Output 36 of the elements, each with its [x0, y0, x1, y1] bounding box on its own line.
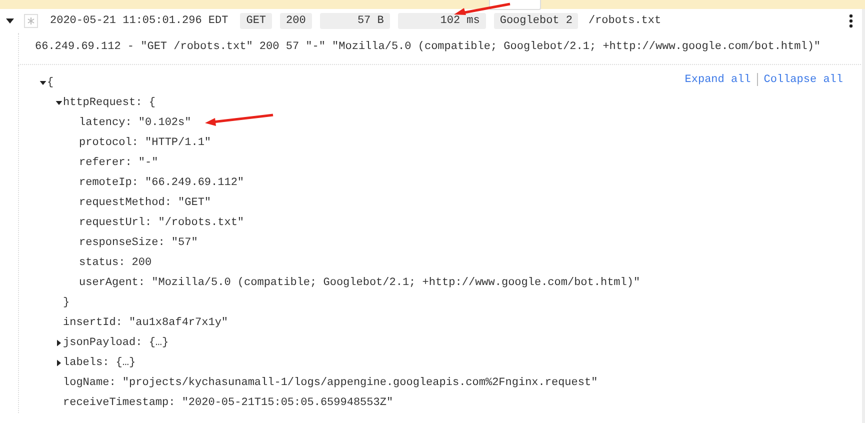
- tree-entry: latency: "0.102s": [79, 117, 192, 129]
- tree-entry: receiveTimestamp: "2020-05-21T15:05:05.659948553Z": [63, 397, 394, 409]
- collapse-caret-icon[interactable]: [39, 79, 47, 87]
- tree-entry: status: 200: [79, 257, 152, 269]
- field-chip[interactable]: GET: [240, 13, 272, 29]
- collapse-caret-icon[interactable]: [5, 16, 15, 26]
- expand-all-link[interactable]: Expand all: [684, 74, 751, 86]
- field-chip[interactable]: 200: [280, 13, 312, 29]
- more-icon[interactable]: [849, 14, 853, 28]
- field-chip[interactable]: 57 B: [320, 13, 390, 29]
- expand-caret-icon[interactable]: [55, 359, 63, 367]
- tree-entry: protocol: "HTTP/1.1": [79, 137, 212, 149]
- tree-entry: requestMethod: "GET": [79, 197, 212, 209]
- tree-entry: referer: "-": [79, 157, 158, 169]
- field-chip[interactable]: 102 ms: [398, 13, 486, 29]
- collapse-caret-icon[interactable]: [55, 99, 63, 107]
- tree-entry: jsonPayload: {…}: [63, 337, 169, 349]
- tree-entry: logName: "projects/kychasunamall-1/logs/appengine.googleapis.com%2Fnginx.request": [63, 377, 598, 389]
- tree-entry: httpRequest: {: [63, 97, 156, 109]
- request-path: /robots.txt: [588, 15, 662, 27]
- log-timestamp: 2020-05-21 11:05:01.296 EDT: [50, 15, 228, 27]
- tree-entry: insertId: "au1x8af4r7x1y": [63, 317, 228, 329]
- annotation-arrow: [203, 113, 275, 127]
- tree-entry: {: [47, 77, 54, 89]
- collapse-all-link[interactable]: Collapse all: [764, 74, 843, 86]
- expand-caret-icon[interactable]: [55, 339, 63, 347]
- annotation-arrow: [452, 2, 512, 16]
- tree-entry: userAgent: "Mozilla/5.0 (compatible; Googlebot/2.1; +http://www.google.com/bot.html)": [79, 277, 640, 289]
- tree-entry: requestUrl: "/robots.txt": [79, 217, 244, 229]
- severity-icon: [24, 14, 38, 28]
- tree-entry: labels: {…}: [63, 357, 136, 369]
- log-summary: 66.249.69.112 - "GET /robots.txt" 200 57 "-" "Mozilla/5.0 (compatible; Googlebot/2.1; +http://www.google.com/bot.html)": [35, 41, 821, 53]
- field-chip[interactable]: Googlebot 2: [494, 13, 578, 29]
- tree-entry: responseSize: "57": [79, 237, 198, 249]
- closing-brace: }: [63, 297, 70, 309]
- tree-entry: remoteIp: "66.249.69.112": [79, 177, 244, 189]
